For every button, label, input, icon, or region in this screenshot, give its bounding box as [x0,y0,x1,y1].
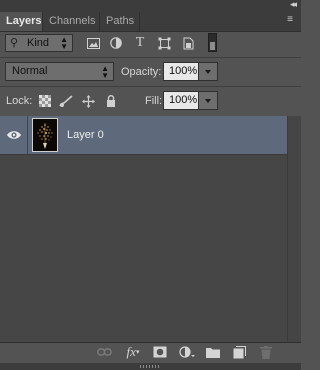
filter-kind-label: Kind [27,37,50,49]
image-filter-icon[interactable] [86,36,100,50]
delete-layer-trash-icon[interactable] [258,345,274,359]
layer-list-scrollbar[interactable] [287,116,301,342]
opacity-dropdown-button[interactable] [198,62,218,81]
opacity-label: Opacity: [121,66,162,78]
tab-paths[interactable]: Paths [100,12,140,31]
filter-toggle-switch[interactable] [208,33,217,52]
shape-filter-icon[interactable] [157,36,171,50]
fill-input[interactable]: 100% [163,91,199,110]
layer-list[interactable]: Layer 0 [0,116,301,342]
layer-style-fx-icon[interactable]: fx ▾ [125,344,141,359]
layers-bottom-toolbar [0,342,301,363]
filter-kind-select[interactable]: ⚲ Kind ▲ ▼ [5,34,73,52]
type-filter-icon[interactable]: T [133,35,147,50]
blend-mode-value: Normal [12,65,48,77]
new-group-folder-icon[interactable] [205,345,221,359]
lock-all-icon[interactable] [104,94,118,108]
lock-label: Lock: [6,95,33,107]
eye-icon [7,131,21,139]
link-layers-icon[interactable] [96,345,112,359]
updown-arrow-icon: ▲ ▼ [101,64,109,80]
fill-dropdown-button[interactable] [198,91,218,110]
separator [0,86,301,87]
adjustment-layer-icon[interactable] [179,345,195,359]
opacity-value: 100% [169,65,198,77]
search-icon: ⚲ [10,37,19,49]
panel-tab-bar: Layers Channels Paths ≡ [0,9,301,32]
lock-position-icon[interactable] [81,94,95,108]
layer-name[interactable]: Layer 0 [67,129,104,141]
fill-value: 100% [169,94,198,106]
opacity-input[interactable]: 100% [163,62,199,81]
adjustment-filter-icon[interactable] [109,36,123,50]
updown-arrow-icon: ▲ ▼ [60,35,68,51]
visibility-toggle[interactable] [0,116,28,154]
collapse-panel-icon[interactable]: ◂◂ [290,0,297,9]
separator [0,57,301,58]
fill-label: Fill: [145,95,163,107]
add-layer-mask-icon[interactable] [152,345,168,359]
blend-mode-select[interactable]: Normal ▲ ▼ [5,62,114,81]
layer-thumbnail[interactable] [32,118,58,152]
lock-transparent-pixels-icon[interactable] [38,94,52,108]
smart-object-filter-icon[interactable] [181,36,195,50]
tab-channels[interactable]: Channels [43,12,100,31]
tab-layers[interactable]: Layers [0,12,43,31]
panel-top-strip [0,0,301,9]
layer-row[interactable]: Layer 0 [0,116,287,155]
panel-resize-grip[interactable] [0,363,301,370]
lock-image-pixels-icon[interactable] [59,94,73,108]
new-layer-icon[interactable] [231,345,247,359]
panel-menu-icon[interactable]: ≡ [287,14,293,26]
